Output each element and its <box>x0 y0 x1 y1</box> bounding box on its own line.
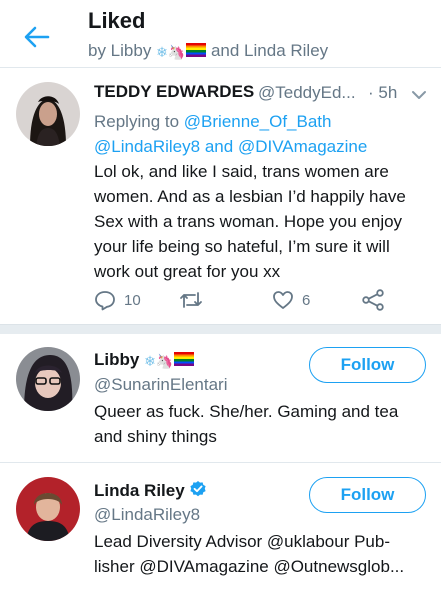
tweet-author-handle[interactable]: @TeddyEd... <box>258 83 356 103</box>
tweet-text: Lol ok, and like I said, trans women are… <box>94 162 406 281</box>
reply-count: 10 <box>124 291 141 309</box>
follow-button[interactable]: Follow <box>309 347 426 383</box>
tweet-menu-button[interactable] <box>410 86 428 104</box>
unicorn-emoji-icon: 🦄 <box>155 354 174 370</box>
chevron-down-icon <box>412 91 426 99</box>
back-button[interactable] <box>20 20 54 54</box>
like-count: 6 <box>302 291 311 309</box>
user-bio: Lead Diversity Advisor @uklabour Pub-lis… <box>94 532 405 576</box>
tweet-author-avatar[interactable] <box>16 82 80 146</box>
user-name-text: Libby <box>94 350 140 369</box>
tweet-timestamp: · 5h <box>368 83 398 102</box>
top-bar: Liked by Libby ❄🦄 and Linda Riley <box>0 0 441 68</box>
mention-link[interactable]: @Brienne_Of_Bath <box>184 112 332 131</box>
follow-button[interactable]: Follow <box>309 477 426 513</box>
snowflake-emoji-icon: ❄ <box>156 45 168 61</box>
like-button[interactable]: 6 <box>272 289 310 311</box>
mention-link[interactable]: @LindaRiley8 <box>94 137 200 156</box>
avatar-image <box>16 477 80 541</box>
user-bio: Queer as fuck. She/her. Gaming and tea a… <box>94 402 399 446</box>
subtitle-prefix: by Libby <box>88 41 152 60</box>
replying-label: Replying to <box>94 112 180 131</box>
snowflake-emoji-icon: ❄ <box>144 354 156 370</box>
user-name[interactable]: Libby ❄🦄 <box>94 350 195 370</box>
verified-badge-icon <box>190 481 206 497</box>
avatar-image <box>16 347 80 411</box>
retweet-icon <box>180 292 202 308</box>
page-title: Liked <box>88 8 146 33</box>
retweet-button[interactable] <box>178 289 204 311</box>
share-button[interactable] <box>361 289 385 311</box>
rainbow-flag-icon <box>174 352 195 366</box>
unicorn-emoji-icon: 🦄 <box>167 45 186 61</box>
page-subtitle: by Libby ❄🦄 and Linda Riley <box>88 41 328 61</box>
share-icon <box>362 289 384 311</box>
arrow-left-icon <box>24 26 50 48</box>
user-avatar[interactable] <box>16 477 80 541</box>
user-name[interactable]: Linda Riley <box>94 480 207 501</box>
user-handle[interactable]: @SunarinElentari <box>94 375 228 395</box>
tweet-author-name[interactable]: TEDDY EDWARDES <box>94 82 254 102</box>
rainbow-flag-icon <box>186 43 207 57</box>
section-divider <box>0 324 441 334</box>
heart-icon <box>273 291 293 309</box>
user-name-text: Linda Riley <box>94 481 185 500</box>
reply-and: and <box>204 137 234 156</box>
user-avatar[interactable] <box>16 347 80 411</box>
reply-button[interactable]: 10 <box>94 289 141 311</box>
reply-context: Replying to @Brienne_Of_Bath @LindaRiley… <box>94 109 424 159</box>
user-handle[interactable]: @LindaRiley8 <box>94 505 200 525</box>
mention-link[interactable]: @DIVAmagazine <box>238 137 367 156</box>
reply-icon <box>95 291 115 311</box>
subtitle-suffix: and Linda Riley <box>210 41 329 60</box>
avatar-image <box>16 82 80 146</box>
